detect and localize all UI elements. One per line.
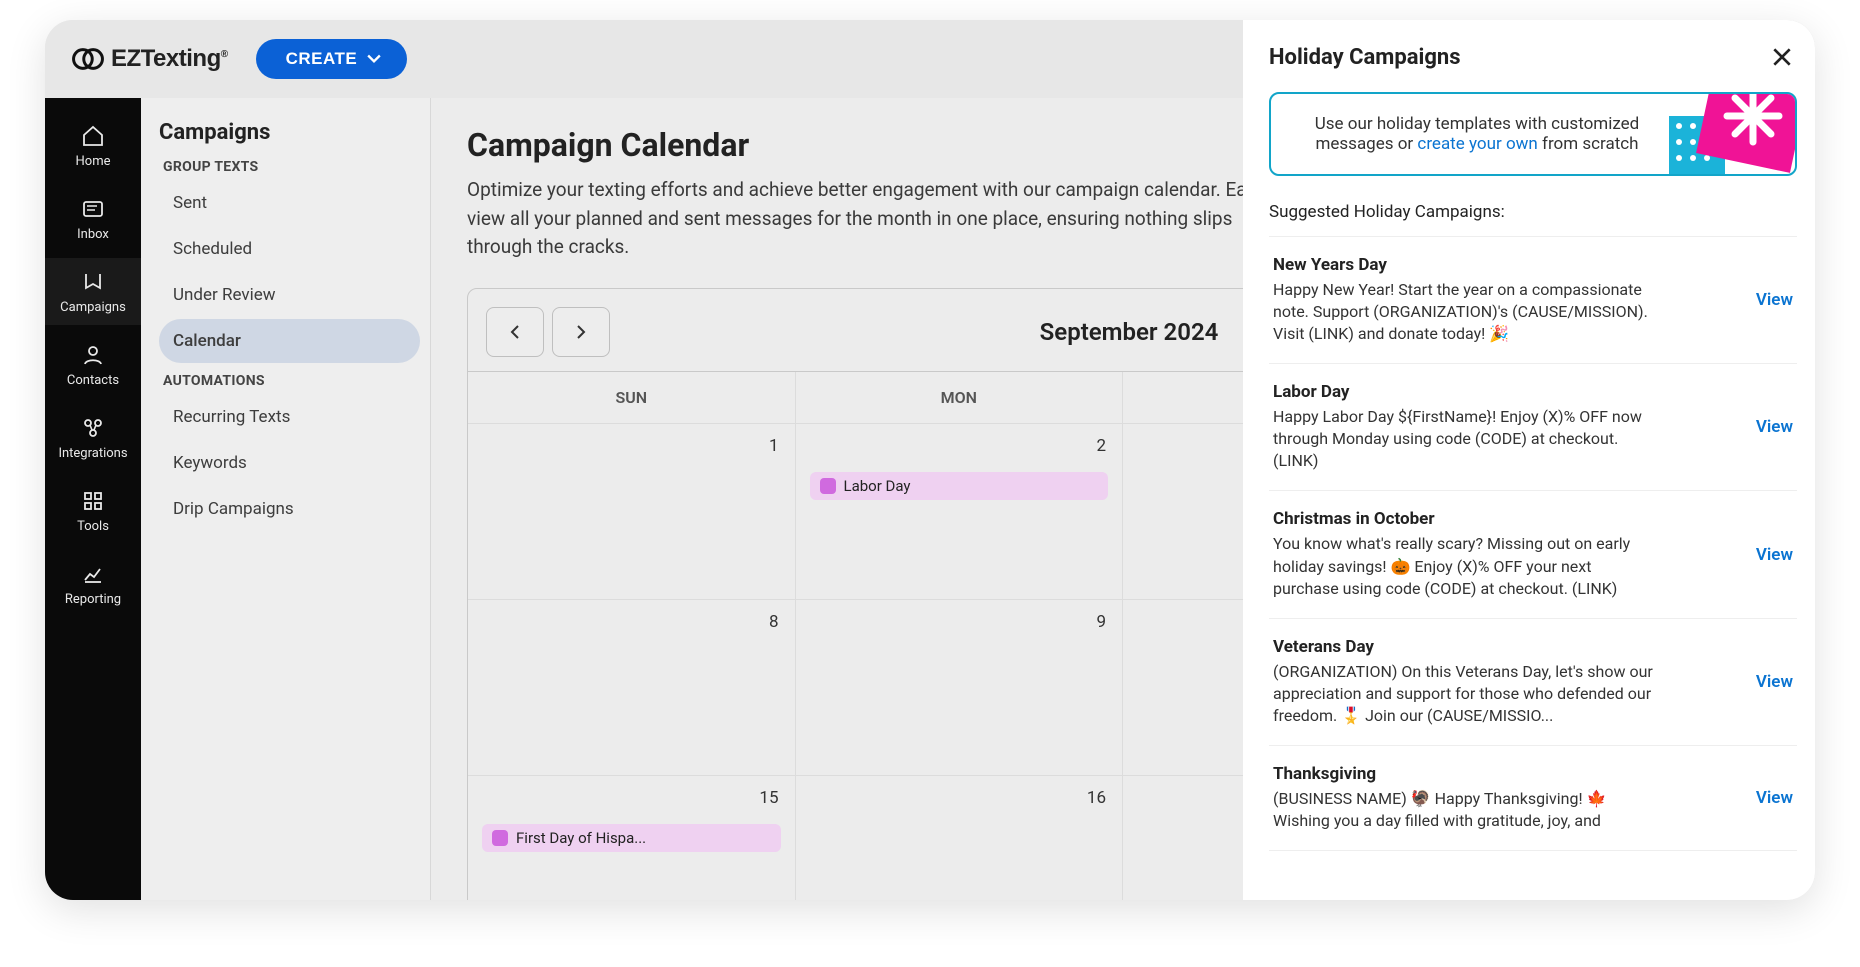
campaign-body: You know what's really scary? Missing ou… — [1273, 533, 1653, 599]
subnav-item-drip-campaigns[interactable]: Drip Campaigns — [159, 487, 420, 531]
campaign-body: Happy New Year! Start the year on a comp… — [1273, 279, 1653, 345]
subnav-item-scheduled[interactable]: Scheduled — [159, 227, 420, 271]
subnav-item-keywords[interactable]: Keywords — [159, 441, 420, 485]
suggested-label: Suggested Holiday Campaigns: — [1269, 202, 1797, 222]
view-campaign-link[interactable]: View — [1756, 417, 1793, 437]
event-label: First Day of Hispa... — [516, 829, 646, 847]
nav-label: Reporting — [65, 592, 121, 607]
campaign-title: Veterans Day — [1273, 637, 1653, 657]
gift-decoration-icon — [1649, 92, 1797, 176]
calendar-day[interactable]: 8 — [468, 599, 796, 775]
calendar-day[interactable]: 9 — [796, 599, 1124, 775]
campaign-title: Thanksgiving — [1273, 764, 1653, 784]
calendar-day[interactable]: 16 — [796, 775, 1124, 901]
calendar-day[interactable]: 15 First Day of Hispa... — [468, 775, 796, 901]
day-number: 15 — [759, 788, 778, 808]
tools-icon — [81, 489, 105, 513]
nav-label: Tools — [77, 519, 109, 534]
subnav-item-sent[interactable]: Sent — [159, 181, 420, 225]
create-your-own-link[interactable]: create your own — [1417, 134, 1537, 154]
day-number: 9 — [1096, 612, 1106, 632]
campaign-body: Happy Labor Day ${FirstName}! Enjoy (X)%… — [1273, 406, 1653, 472]
calendar-event[interactable]: Labor Day — [810, 472, 1109, 500]
view-campaign-link[interactable]: View — [1756, 290, 1793, 310]
brand-logo: EZTexting® — [71, 42, 228, 76]
subnav-group-label: GROUP TEXTS — [163, 159, 420, 175]
day-number: 8 — [769, 612, 779, 632]
event-label: Labor Day — [844, 477, 911, 495]
home-icon — [81, 124, 105, 148]
nav-label: Home — [76, 154, 111, 169]
nav-inbox[interactable]: Inbox — [45, 185, 141, 252]
dow-header: SUN — [468, 372, 796, 423]
chevron-down-icon — [367, 52, 381, 66]
calendar-event[interactable]: First Day of Hispa... — [482, 824, 781, 852]
view-campaign-link[interactable]: View — [1756, 545, 1793, 565]
subnav: Campaigns GROUP TEXTS SentScheduledUnder … — [141, 98, 431, 900]
nav-label: Inbox — [77, 227, 109, 242]
subnav-title: Campaigns — [159, 120, 420, 145]
nav-home[interactable]: Home — [45, 112, 141, 179]
event-color-dot — [820, 478, 836, 494]
reporting-icon — [81, 562, 105, 586]
subnav-item-recurring-texts[interactable]: Recurring Texts — [159, 395, 420, 439]
nav-reporting[interactable]: Reporting — [45, 550, 141, 617]
nav-label: Integrations — [58, 446, 127, 461]
drawer-title: Holiday Campaigns — [1269, 45, 1461, 70]
nav-contacts[interactable]: Contacts — [45, 331, 141, 398]
event-color-dot — [492, 830, 508, 846]
calendar-day[interactable]: 2 Labor Day — [796, 423, 1124, 599]
day-number: 2 — [1096, 436, 1106, 456]
dow-header: MON — [796, 372, 1124, 423]
nav-campaigns[interactable]: Campaigns — [45, 258, 141, 325]
holiday-campaign-item: Christmas in October You know what's real… — [1269, 491, 1797, 618]
holiday-campaign-item: New Years Day Happy New Year! Start the y… — [1269, 237, 1797, 364]
nav-label: Contacts — [67, 373, 119, 388]
subnav-item-under-review[interactable]: Under Review — [159, 273, 420, 317]
nav-rail: Home Inbox Campaigns Contacts Integrations To… — [45, 98, 141, 900]
create-button[interactable]: CREATE — [256, 39, 408, 79]
close-button[interactable] — [1767, 42, 1797, 72]
campaign-title: Christmas in October — [1273, 509, 1653, 529]
holiday-campaign-item: Veterans Day (ORGANIZATION) On this Veter… — [1269, 619, 1797, 746]
subnav-item-calendar[interactable]: Calendar — [159, 319, 420, 363]
subnav-group-label: AUTOMATIONS — [163, 373, 420, 389]
view-campaign-link[interactable]: View — [1756, 672, 1793, 692]
campaign-body: (ORGANIZATION) On this Veterans Day, let… — [1273, 661, 1653, 727]
integrations-icon — [81, 416, 105, 440]
holiday-banner: Use our holiday templates with customize… — [1269, 92, 1797, 176]
close-icon — [1771, 46, 1793, 68]
page-description: Optimize your texting efforts and achiev… — [467, 176, 1287, 262]
nav-tools[interactable]: Tools — [45, 477, 141, 544]
day-number: 1 — [769, 436, 779, 456]
campaign-body: (BUSINESS NAME) 🦃 Happy Thanksgiving! 🍁 … — [1273, 788, 1653, 832]
calendar-day[interactable]: 1 — [468, 423, 796, 599]
holiday-campaign-item: Labor Day Happy Labor Day ${FirstName}! E… — [1269, 364, 1797, 491]
holiday-campaigns-drawer: Holiday Campaigns Use our holiday templa… — [1243, 20, 1815, 900]
campaigns-icon — [81, 270, 105, 294]
holiday-campaign-item: Thanksgiving (BUSINESS NAME) 🦃 Happy Than… — [1269, 746, 1797, 851]
day-number: 16 — [1087, 788, 1106, 808]
logo-icon — [71, 42, 105, 76]
campaign-title: Labor Day — [1273, 382, 1653, 402]
view-campaign-link[interactable]: View — [1756, 788, 1793, 808]
campaign-title: New Years Day — [1273, 255, 1653, 275]
nav-integrations[interactable]: Integrations — [45, 404, 141, 471]
nav-label: Campaigns — [60, 300, 126, 315]
inbox-icon — [81, 197, 105, 221]
contacts-icon — [81, 343, 105, 367]
